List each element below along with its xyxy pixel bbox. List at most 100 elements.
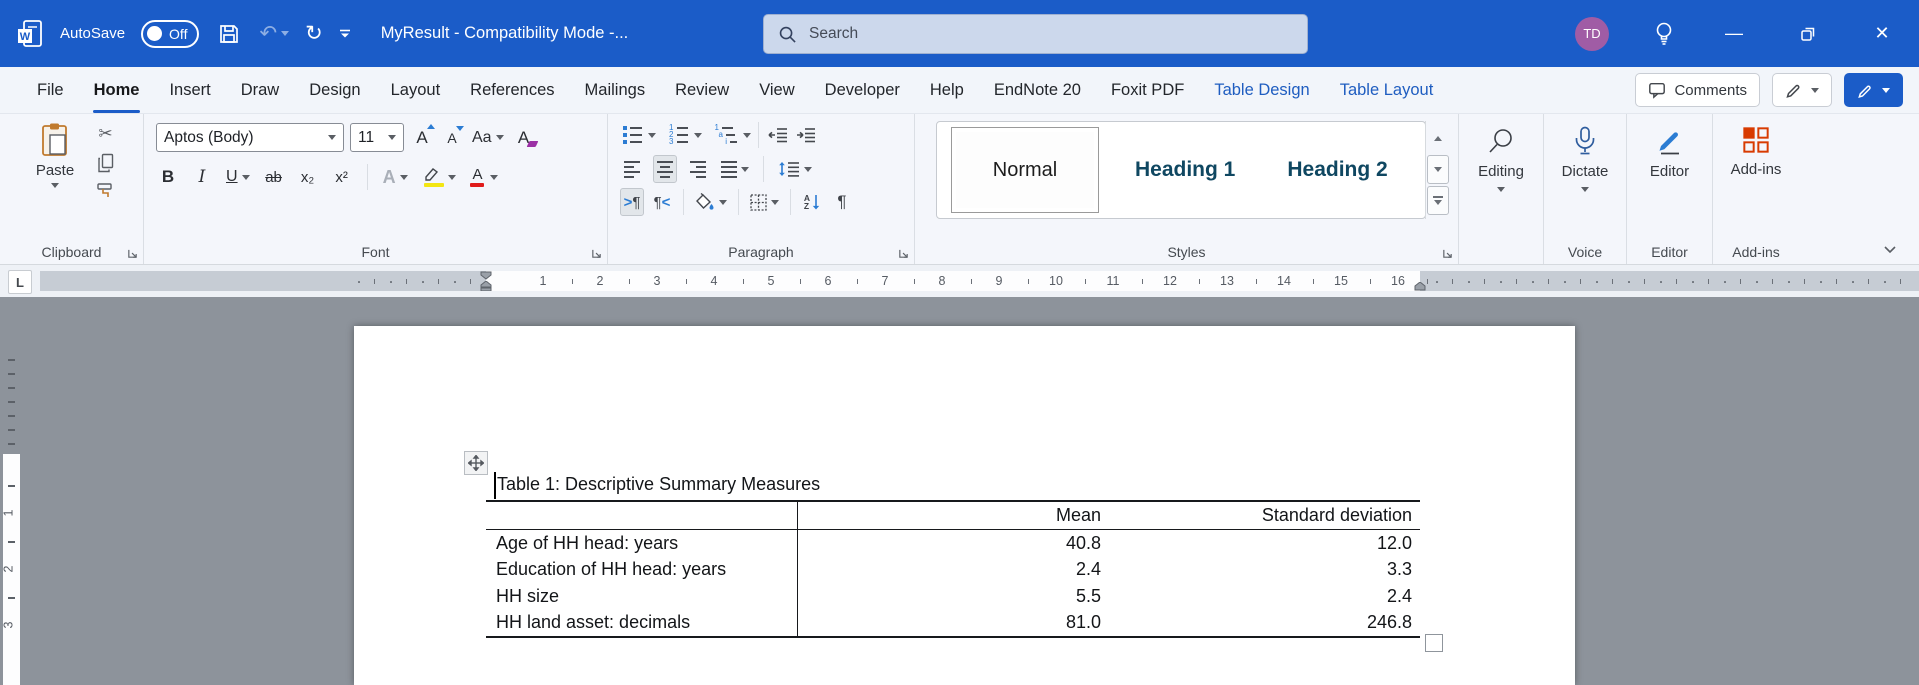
customize-quick-access-icon[interactable] (339, 29, 351, 39)
font-dialog-launcher-icon[interactable] (591, 248, 602, 259)
change-case-button[interactable]: Aa (470, 124, 506, 152)
draw-pen-button[interactable] (1772, 73, 1832, 107)
tab-stop-selector[interactable]: L (8, 270, 32, 294)
tab-table-layout[interactable]: Table Layout (1325, 67, 1449, 113)
table-cell[interactable]: 246.8 (1109, 609, 1420, 637)
table-cell[interactable]: HH size (486, 582, 798, 609)
tab-draw[interactable]: Draw (226, 67, 295, 113)
hanging-indent-marker[interactable] (480, 281, 492, 291)
styles-dialog-launcher-icon[interactable] (1442, 248, 1453, 259)
superscript-button[interactable]: x² (330, 163, 354, 191)
tab-review[interactable]: Review (660, 67, 744, 113)
document-page[interactable]: Table 1: Descriptive Summary Measures Me… (354, 326, 1575, 685)
addins-button[interactable]: Add-ins (1713, 114, 1799, 239)
editing-mode-button[interactable] (1844, 73, 1903, 107)
word-app-icon[interactable]: W (16, 19, 44, 48)
table-header-cell[interactable]: Standard deviation (1109, 501, 1420, 529)
dictate-button[interactable]: Dictate (1544, 114, 1626, 239)
data-table[interactable]: Mean Standard deviation Age of HH head: y… (486, 500, 1420, 638)
align-left-button[interactable] (620, 155, 644, 183)
table-row[interactable]: HH land asset: decimals 81.0 246.8 (486, 609, 1420, 637)
table-cell[interactable]: 3.3 (1109, 556, 1420, 583)
collapse-ribbon-icon[interactable] (1883, 245, 1897, 254)
tab-mailings[interactable]: Mailings (570, 67, 661, 113)
paragraph-dialog-launcher-icon[interactable] (898, 248, 909, 259)
gallery-scroll-up-icon[interactable] (1428, 125, 1448, 152)
style-heading-1[interactable]: Heading 1 (1135, 128, 1235, 212)
cut-icon[interactable]: ✂ (98, 124, 112, 144)
tab-endnote-20[interactable]: EndNote 20 (979, 67, 1096, 113)
left-to-right-text-button[interactable]: >¶ (620, 188, 644, 216)
table-row[interactable]: Age of HH head: years 40.8 12.0 (486, 529, 1420, 556)
tab-file[interactable]: File (22, 67, 79, 113)
table-cell[interactable]: 12.0 (1109, 529, 1420, 556)
bullets-button[interactable] (620, 121, 644, 149)
tab-references[interactable]: References (455, 67, 569, 113)
clipboard-dialog-launcher-icon[interactable] (127, 248, 138, 259)
table-header[interactable]: Mean Standard deviation (486, 501, 1420, 529)
undo-dropdown-icon[interactable] (281, 31, 290, 36)
align-right-button[interactable] (686, 155, 710, 183)
text-effects-button[interactable]: A (381, 163, 410, 191)
vertical-ruler[interactable]: 1 2 3 (1, 297, 20, 685)
table-row[interactable]: HH size 5.5 2.4 (486, 582, 1420, 610)
first-line-indent-marker[interactable] (480, 271, 492, 280)
table-cell[interactable]: 81.0 (797, 609, 1109, 637)
table-move-handle[interactable] (464, 451, 488, 475)
horizontal-ruler[interactable]: 1 2 3 4 5 6 7 8 9 10 11 12 13 14 15 16 (40, 271, 1919, 291)
avatar[interactable]: TD (1575, 16, 1609, 51)
font-name-combobox[interactable]: Aptos (Body) (156, 123, 344, 152)
multilevel-list-button[interactable]: 1 a i (712, 121, 739, 149)
redo-icon[interactable]: ↻ (305, 23, 323, 44)
format-painter-icon[interactable] (96, 182, 115, 200)
table-cell[interactable]: 2.4 (797, 556, 1109, 583)
restore-button[interactable] (1793, 19, 1823, 49)
autosave-toggle[interactable]: Off (141, 19, 200, 48)
table-body[interactable]: Age of HH head: years 40.8 12.0 Education o… (486, 529, 1420, 637)
tab-view[interactable]: View (744, 67, 809, 113)
font-color-button[interactable]: A (468, 163, 500, 191)
decrease-indent-button[interactable] (766, 121, 790, 149)
tab-home[interactable]: Home (79, 67, 155, 113)
editor-button[interactable]: Editor (1627, 114, 1712, 239)
sort-button[interactable]: AZ (800, 188, 824, 216)
close-button[interactable]: ✕ (1867, 19, 1897, 49)
tab-insert[interactable]: Insert (154, 67, 225, 113)
tab-help[interactable]: Help (915, 67, 979, 113)
italic-button[interactable]: I (190, 163, 214, 191)
shrink-font-button[interactable]: A (440, 124, 464, 152)
table-cell[interactable]: 5.5 (797, 583, 1109, 610)
style-heading-2[interactable]: Heading 2 (1287, 128, 1387, 212)
tab-developer[interactable]: Developer (810, 67, 915, 113)
font-size-combobox[interactable]: 11 (350, 123, 404, 152)
highlight-button[interactable] (420, 163, 458, 191)
tab-foxit-pdf[interactable]: Foxit PDF (1096, 67, 1199, 113)
clear-formatting-button[interactable]: A (512, 124, 539, 152)
line-spacing-button[interactable] (776, 155, 814, 183)
table-caption[interactable]: Table 1: Descriptive Summary Measures (497, 474, 820, 495)
style-normal[interactable]: Normal (951, 127, 1099, 213)
search-box[interactable]: Search (763, 14, 1308, 54)
borders-button[interactable] (748, 188, 781, 216)
grow-font-button[interactable]: A (410, 123, 435, 152)
tab-layout[interactable]: Layout (376, 67, 456, 113)
align-center-button[interactable] (653, 155, 677, 183)
undo-icon[interactable]: ↶ (259, 23, 277, 44)
comments-button[interactable]: Comments (1635, 73, 1760, 107)
strikethrough-button[interactable]: ab (262, 163, 286, 191)
minimize-button[interactable]: — (1719, 19, 1749, 49)
copy-icon[interactable] (97, 153, 115, 173)
paste-button[interactable]: Paste (24, 122, 86, 188)
table-cell[interactable]: 2.4 (1109, 583, 1420, 610)
table-resize-handle[interactable] (1425, 634, 1443, 652)
gallery-scroll-down-icon[interactable] (1426, 154, 1449, 184)
table-row[interactable]: Education of HH head: years 2.4 3.3 (486, 556, 1420, 583)
right-indent-marker[interactable] (1414, 282, 1426, 291)
show-paragraph-marks-button[interactable]: ¶ (830, 188, 854, 216)
bold-button[interactable]: B (156, 163, 180, 191)
gallery-expand-icon[interactable] (1426, 186, 1449, 215)
tab-design[interactable]: Design (294, 67, 375, 113)
right-to-left-text-button[interactable]: ¶< (650, 188, 674, 216)
lightbulb-icon[interactable] (1653, 21, 1675, 47)
editing-button[interactable]: Editing (1459, 114, 1543, 239)
